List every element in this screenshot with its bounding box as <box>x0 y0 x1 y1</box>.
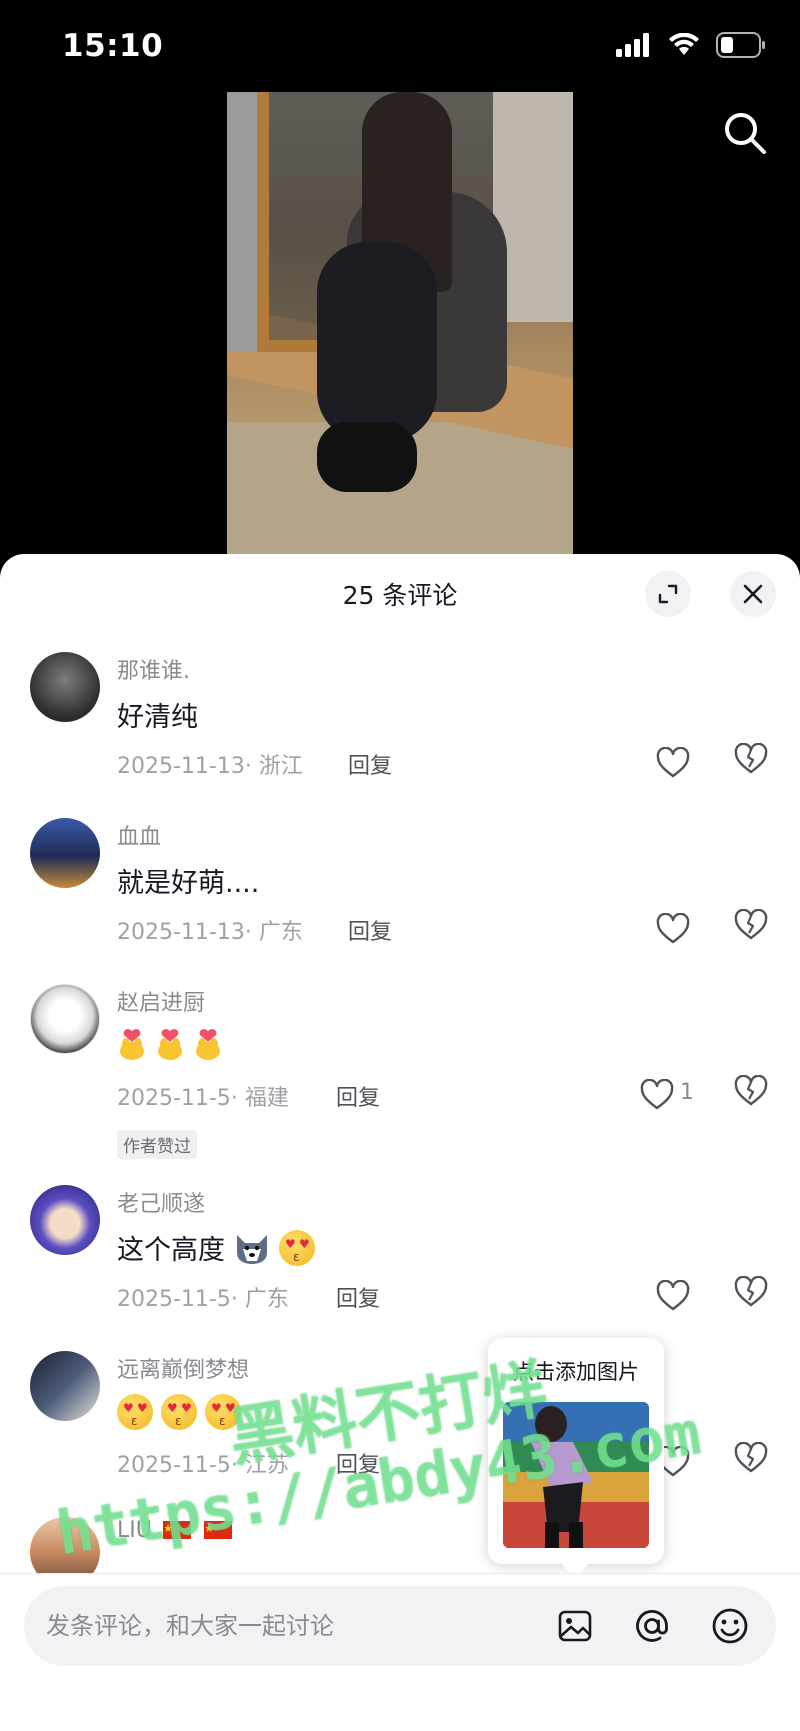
heart-hands-emoji <box>155 1027 185 1061</box>
comment-item: 老己顺遂 这个高度 ♥ ♥ ε 2025-11-5· 广东 回复 <box>0 1185 800 1351</box>
avatar[interactable] <box>30 1351 100 1421</box>
at-icon <box>636 1610 668 1642</box>
heart-eyes-emoji: ♥ ♥ ε <box>205 1394 241 1430</box>
broken-heart-icon <box>734 908 768 940</box>
comment-meta: 2025-11-13· 浙江 <box>117 754 303 779</box>
author-liked-badge: 作者赞过 <box>117 1130 197 1159</box>
heart-eyes-emoji: ♥ ♥ ε <box>117 1394 153 1430</box>
comment-username[interactable]: 远离巅倒梦想 <box>117 1352 249 1384</box>
comment-input-bar <box>0 1573 800 1731</box>
dog-emoji <box>233 1231 271 1265</box>
comment-item: 那谁谁. 好清纯 2025-11-13· 浙江 回复 <box>0 652 800 818</box>
broken-heart-icon <box>734 742 768 774</box>
broken-heart-icon <box>734 1275 768 1307</box>
image-icon <box>558 1610 592 1642</box>
heart-icon <box>640 1079 674 1110</box>
comment-meta: 2025-11-5· 江苏 <box>117 1453 289 1478</box>
battery-icon <box>716 32 765 58</box>
like-button[interactable] <box>656 743 696 783</box>
dislike-button[interactable] <box>734 1441 774 1482</box>
comment-meta: 2025-11-13· 广东 <box>117 920 303 945</box>
heart-eyes-emoji: ♥ ♥ ε <box>279 1229 315 1266</box>
reply-button[interactable]: 回复 <box>348 914 392 946</box>
search-icon <box>725 113 766 154</box>
broken-heart-icon <box>734 1441 768 1473</box>
reply-button[interactable]: 回复 <box>336 1080 380 1112</box>
signal-icon <box>616 33 649 57</box>
comment-text: 就是好萌.... <box>117 868 260 899</box>
heart-hands-emoji <box>117 1027 147 1061</box>
comment-username[interactable]: 血血 <box>117 819 161 851</box>
emoji-button[interactable] <box>710 1606 750 1646</box>
comment-username[interactable]: 那谁谁. <box>117 653 190 685</box>
comment-username[interactable]: LIU <box>117 1518 232 1543</box>
comment-item: 血血 就是好萌.... 2025-11-13· 广东 回复 <box>0 818 800 984</box>
emoji-icon <box>712 1608 748 1644</box>
status-time: 15:10 <box>62 28 164 64</box>
status-icons <box>616 32 766 58</box>
status-bar: 15:10 <box>0 0 800 92</box>
comment-item: 赵启进厨 2025-11-5· 福建 回复 1 作者赞过 <box>0 984 800 1159</box>
heart-icon <box>656 1280 690 1311</box>
comment-emoji-row: ♥ ♥ ε ♥ ♥ ε ♥ ♥ ε <box>117 1394 241 1430</box>
mention-button[interactable] <box>632 1606 672 1646</box>
video-person <box>307 92 507 512</box>
comment-item: 远离巅倒梦想 ♥ ♥ ε ♥ ♥ ε ♥ ♥ ε 2025-11-5· 江苏 回复 <box>0 1351 800 1517</box>
like-count: 1 <box>680 1080 694 1105</box>
comment-sheet: 25 条评论 那谁谁. 好清纯 2025-11-13· 浙江 回复 血血 就是好… <box>0 554 800 1731</box>
comment-meta: 2025-11-5· 广东 <box>117 1287 289 1312</box>
reply-button[interactable]: 回复 <box>336 1281 380 1313</box>
china-flag-icon <box>162 1521 191 1539</box>
dislike-button[interactable] <box>734 908 774 949</box>
reply-button[interactable]: 回复 <box>348 748 392 780</box>
image-button[interactable] <box>555 1606 595 1646</box>
dislike-button[interactable] <box>734 1275 774 1316</box>
close-icon <box>743 584 763 604</box>
dislike-button[interactable] <box>734 1074 774 1115</box>
china-flag-icon <box>203 1521 232 1539</box>
comment-input[interactable] <box>46 1604 546 1648</box>
broken-heart-icon <box>734 1074 768 1106</box>
avatar[interactable] <box>30 984 100 1054</box>
comment-username[interactable]: 赵启进厨 <box>117 985 205 1017</box>
comment-username[interactable]: 老己顺遂 <box>117 1186 205 1218</box>
wifi-icon <box>669 33 699 55</box>
dislike-button[interactable] <box>734 742 774 783</box>
heart-icon <box>656 747 690 778</box>
video-player[interactable] <box>227 92 573 554</box>
like-button[interactable] <box>656 909 696 949</box>
expand-button[interactable] <box>645 571 691 617</box>
expand-icon <box>658 584 678 604</box>
comment-input-pill <box>24 1586 776 1666</box>
like-button[interactable] <box>656 1276 696 1316</box>
like-button[interactable] <box>640 1075 680 1115</box>
comment-emoji-row <box>117 1027 223 1061</box>
close-button[interactable] <box>730 571 776 617</box>
add-image-popup[interactable]: 点击添加图片 <box>488 1338 664 1578</box>
avatar[interactable] <box>30 652 100 722</box>
comment-text: 这个高度 ♥ ♥ ε <box>117 1228 315 1267</box>
add-image-label: 点击添加图片 <box>513 1360 639 1384</box>
avatar[interactable] <box>30 818 100 888</box>
heart-eyes-emoji: ♥ ♥ ε <box>161 1394 197 1430</box>
heart-icon <box>656 913 690 944</box>
comment-text: 好清纯 <box>117 702 198 733</box>
heart-hands-emoji <box>193 1027 223 1061</box>
comment-meta: 2025-11-5· 福建 <box>117 1086 289 1111</box>
search-button[interactable] <box>720 108 770 158</box>
reply-button[interactable]: 回复 <box>336 1447 380 1479</box>
avatar[interactable] <box>30 1185 100 1255</box>
image-thumbnail[interactable] <box>503 1402 649 1548</box>
